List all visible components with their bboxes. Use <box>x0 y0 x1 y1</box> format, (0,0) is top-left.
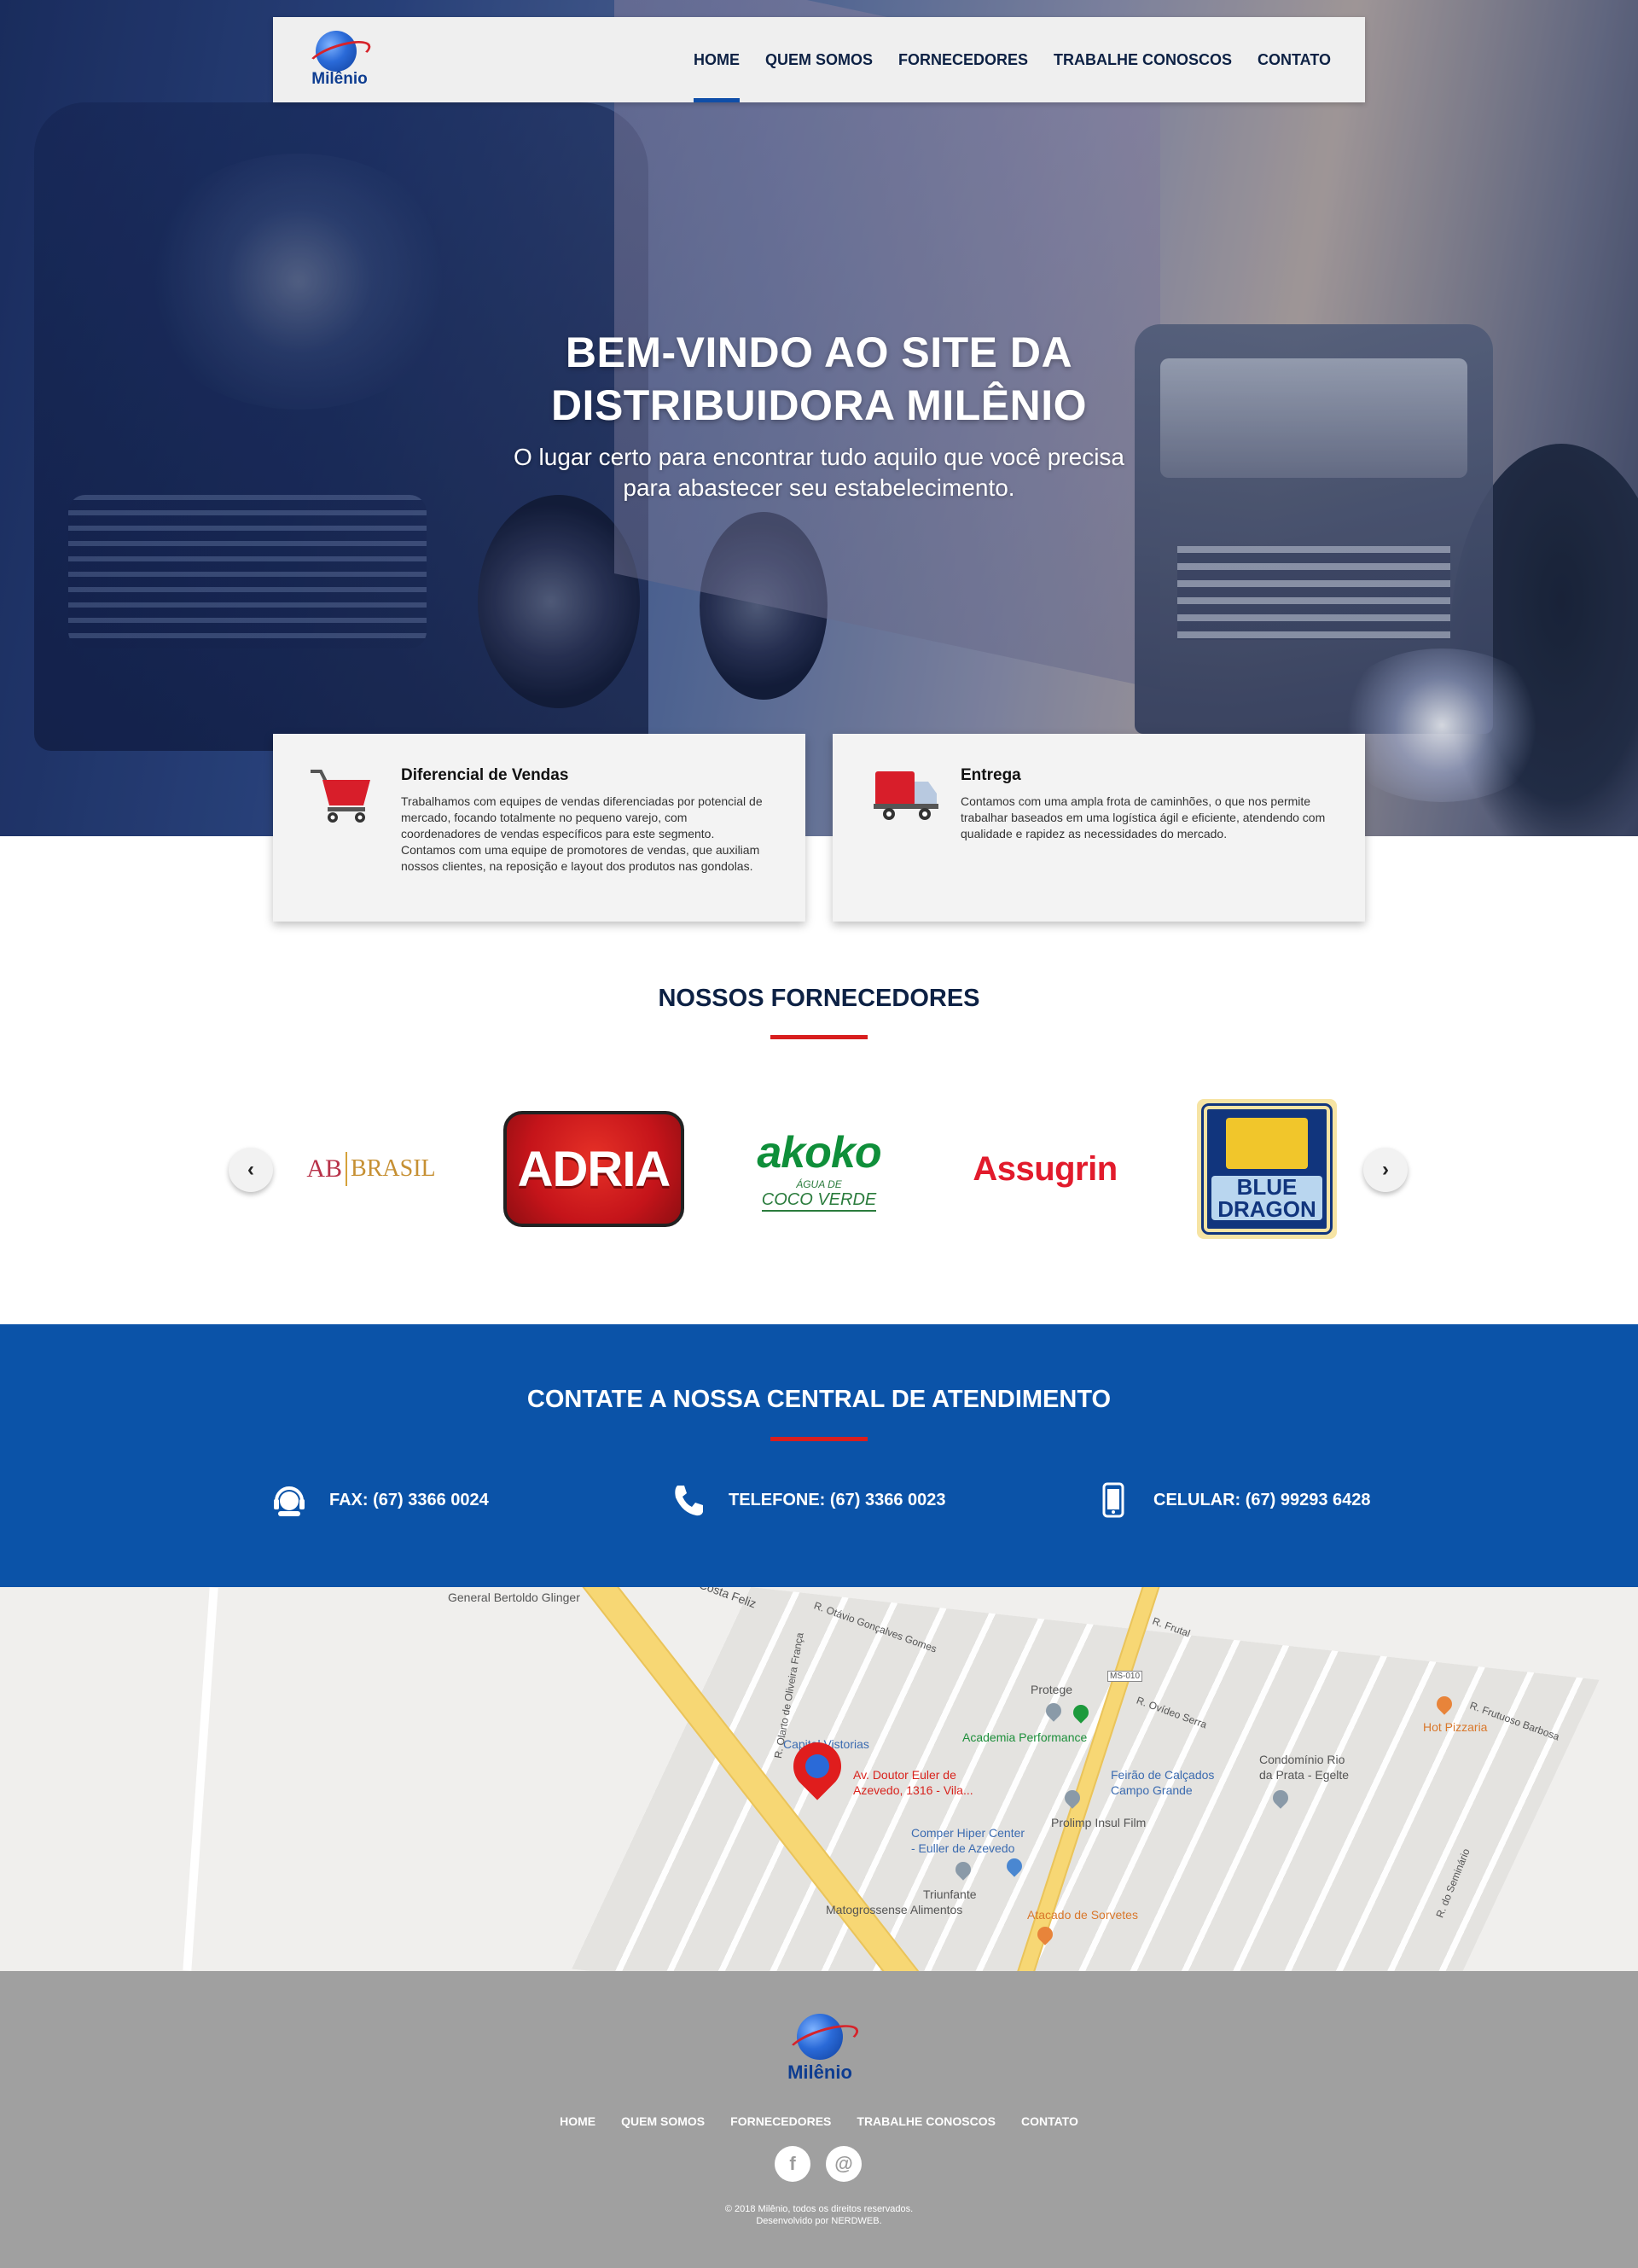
supplier-logo-blue-dragon[interactable]: BLUE DRAGON <box>1194 1099 1339 1239</box>
email-at-icon[interactable]: @ <box>826 2146 862 2182</box>
supplier-logo-akoko[interactable]: akoko ÁGUA DE COCO VERDE <box>751 1101 887 1237</box>
supplier-logo-assugrin[interactable]: Assugrin <box>964 1101 1126 1237</box>
section-divider <box>770 1437 868 1441</box>
contact-section: CONTATE A NOSSA CENTRAL DE ATENDIMENTO F… <box>0 1324 1638 1587</box>
carousel-next-button[interactable]: › <box>1363 1148 1408 1192</box>
nav-item-trabalhe-conoscos[interactable]: TRABALHE CONOSCOS <box>1054 17 1232 102</box>
footer-logo[interactable]: Milênio <box>781 2014 858 2089</box>
footer-link-contato[interactable]: CONTATO <box>1021 2114 1078 2128</box>
brand-logo-text: Milênio <box>311 70 368 88</box>
shopping-cart-icon <box>307 765 375 824</box>
supplier-logo-ab-brasil[interactable]: AB BRASIL <box>299 1101 444 1237</box>
nav-item-contato[interactable]: CONTATO <box>1258 17 1331 102</box>
top-navbar: Milênio HOME QUEM SOMOS FORNECEDORES TRA… <box>273 17 1365 102</box>
contact-fax: FAX: (67) 3366 0024 <box>271 1480 489 1521</box>
footer-copyright: © 2018 Milênio, todos os direitos reserv… <box>724 2204 914 2226</box>
contact-mobile-text: CELULAR: (67) 99293 6428 <box>1153 1490 1371 1509</box>
delivery-truck-icon <box>870 765 938 824</box>
footer-link-fornecedores[interactable]: FORNECEDORES <box>730 2114 831 2128</box>
feature-card-sales: Diferencial de Vendas Trabalhamos com eq… <box>273 734 805 922</box>
headset-icon <box>271 1482 307 1518</box>
nav-item-home[interactable]: HOME <box>693 17 740 102</box>
supplier-logo-adria[interactable]: ADRIA <box>503 1101 684 1237</box>
mobile-phone-icon <box>1095 1482 1131 1518</box>
globe-icon <box>797 2014 843 2060</box>
footer-link-quem-somos[interactable]: QUEM SOMOS <box>621 2114 705 2128</box>
site-footer: Milênio HOME QUEM SOMOS FORNECEDORES TRA… <box>0 1971 1638 2268</box>
carousel-prev-button[interactable]: ‹ <box>229 1148 273 1192</box>
main-menu: HOME QUEM SOMOS FORNECEDORES TRABALHE CO… <box>693 17 1331 102</box>
hero-text: BEM-VINDO AO SITE DA DISTRIBUIDORA MILÊN… <box>392 326 1246 503</box>
nav-item-quem-somos[interactable]: QUEM SOMOS <box>765 17 873 102</box>
location-map[interactable]: General Bertoldo Glinger Costa Feliz R. … <box>0 1587 1638 1971</box>
hero-title: BEM-VINDO AO SITE DA DISTRIBUIDORA MILÊN… <box>550 329 1088 429</box>
globe-icon <box>316 31 357 72</box>
footer-link-trabalhe-conoscos[interactable]: TRABALHE CONOSCOS <box>857 2114 996 2128</box>
feature-card-delivery: Entrega Contamos com uma ampla frota de … <box>833 734 1365 922</box>
contact-fax-text: FAX: (67) 3366 0024 <box>329 1490 489 1509</box>
contact-title: CONTATE A NOSSA CENTRAL DE ATENDIMENTO <box>526 1386 1112 1413</box>
feature-title: Diferencial de Vendas <box>401 766 569 784</box>
footer-link-home[interactable]: HOME <box>560 2114 595 2128</box>
phone-icon <box>671 1482 706 1518</box>
contact-mobile: CELULAR: (67) 99293 6428 <box>1095 1480 1371 1521</box>
section-divider <box>770 1035 868 1039</box>
nav-item-fornecedores[interactable]: FORNECEDORES <box>898 17 1028 102</box>
footer-menu: HOME QUEM SOMOS FORNECEDORES TRABALHE CO… <box>0 2114 1638 2128</box>
feature-text: Trabalhamos com equipes de vendas difere… <box>401 794 763 873</box>
suppliers-title: NOSSOS FORNECEDORES <box>658 985 980 1012</box>
hero-subtitle: O lugar certo para encontrar tudo aquilo… <box>514 444 1124 501</box>
dragon-icon <box>1226 1118 1308 1169</box>
feature-title: Entrega <box>961 766 1021 784</box>
facebook-icon[interactable]: f <box>775 2146 810 2182</box>
contact-phone: TELEFONE: (67) 3366 0023 <box>671 1480 946 1521</box>
feature-text: Contamos com uma ampla frota de caminhõe… <box>961 794 1326 840</box>
contact-phone-text: TELEFONE: (67) 3366 0023 <box>729 1490 946 1509</box>
hero-banner: BEM-VINDO AO SITE DA DISTRIBUIDORA MILÊN… <box>0 0 1638 836</box>
brand-logo[interactable]: Milênio <box>305 31 374 90</box>
